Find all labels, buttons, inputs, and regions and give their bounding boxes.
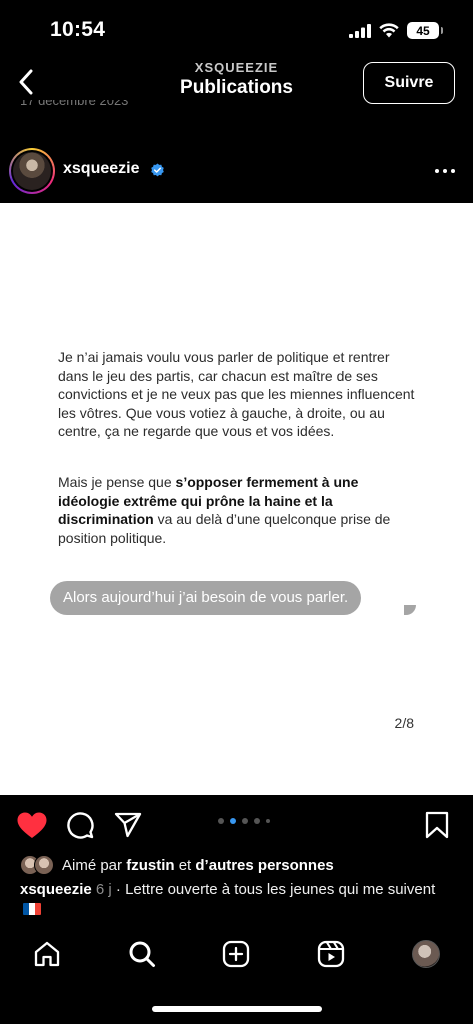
follow-button[interactable]: Suivre bbox=[363, 62, 455, 104]
post-age: 6 j bbox=[95, 881, 112, 898]
nav-create[interactable] bbox=[218, 936, 254, 972]
reels-icon bbox=[317, 940, 345, 968]
plus-square-icon bbox=[222, 940, 250, 968]
post-image[interactable]: Je n’ai jamais voulu vous parler de poli… bbox=[0, 203, 473, 795]
previous-post-date: 17 décembre 2023 bbox=[20, 100, 129, 108]
page-number: 2/8 bbox=[394, 715, 414, 731]
post-header: xsqueezie bbox=[0, 144, 473, 200]
carousel-dot bbox=[266, 819, 270, 823]
nav-search[interactable] bbox=[124, 936, 160, 972]
nav-profile[interactable] bbox=[408, 936, 444, 972]
signal-icon bbox=[349, 23, 371, 38]
share-button[interactable] bbox=[112, 809, 144, 841]
likes-text: Aimé par fzustin et d’autres personnes bbox=[62, 856, 334, 874]
liker-avatar bbox=[34, 855, 54, 875]
battery-indicator: 45 bbox=[407, 22, 443, 39]
bookmark-icon bbox=[425, 811, 449, 839]
profile-avatar bbox=[412, 940, 440, 968]
status-time: 10:54 bbox=[50, 18, 106, 41]
search-icon bbox=[129, 941, 155, 967]
nav-reels[interactable] bbox=[313, 936, 349, 972]
comment-icon bbox=[67, 812, 94, 839]
carousel-indicator bbox=[218, 818, 270, 824]
author-avatar[interactable] bbox=[9, 148, 55, 194]
status-bar: 10:54 45 bbox=[0, 0, 473, 60]
status-icons: 45 bbox=[349, 22, 443, 39]
carousel-dot bbox=[218, 818, 224, 824]
nav-home[interactable] bbox=[29, 936, 65, 972]
liker-avatars bbox=[20, 855, 58, 875]
verified-badge-icon bbox=[151, 163, 164, 177]
comment-button[interactable] bbox=[64, 809, 96, 841]
caption-text: · Lettre ouverte à tous les jeunes qui m… bbox=[111, 881, 436, 898]
heart-icon bbox=[17, 812, 47, 838]
likes-summary[interactable]: Aimé par fzustin et d’autres personnes bbox=[20, 854, 334, 876]
bottom-nav bbox=[0, 928, 473, 978]
letter-paragraph-2: Mais je pense que s’opposer fermement à … bbox=[58, 474, 391, 546]
letter-paragraph-1: Je n’ai jamais voulu vous parler de poli… bbox=[58, 349, 415, 439]
more-options-icon[interactable] bbox=[433, 161, 457, 181]
carousel-dot bbox=[242, 818, 248, 824]
carousel-dot bbox=[254, 818, 260, 824]
bubble-tail bbox=[404, 605, 416, 615]
carousel-dot-active bbox=[230, 818, 236, 824]
post-caption: xsqueezie 6 j · Lettre ouverte à tous le… bbox=[20, 880, 460, 920]
caption-author[interactable]: xsqueezie bbox=[20, 881, 92, 898]
send-icon bbox=[114, 812, 142, 838]
home-icon bbox=[34, 941, 60, 967]
home-indicator bbox=[152, 1006, 322, 1012]
avatar-image bbox=[13, 152, 51, 190]
save-button[interactable] bbox=[421, 809, 453, 841]
message-bubble: Alors aujourd’hui j’ai besoin de vous pa… bbox=[50, 581, 362, 615]
post-actions bbox=[0, 805, 473, 845]
france-flag-icon bbox=[23, 903, 41, 915]
author-username[interactable]: xsqueezie bbox=[63, 160, 139, 178]
like-button[interactable] bbox=[16, 809, 48, 841]
wifi-icon bbox=[379, 23, 399, 38]
